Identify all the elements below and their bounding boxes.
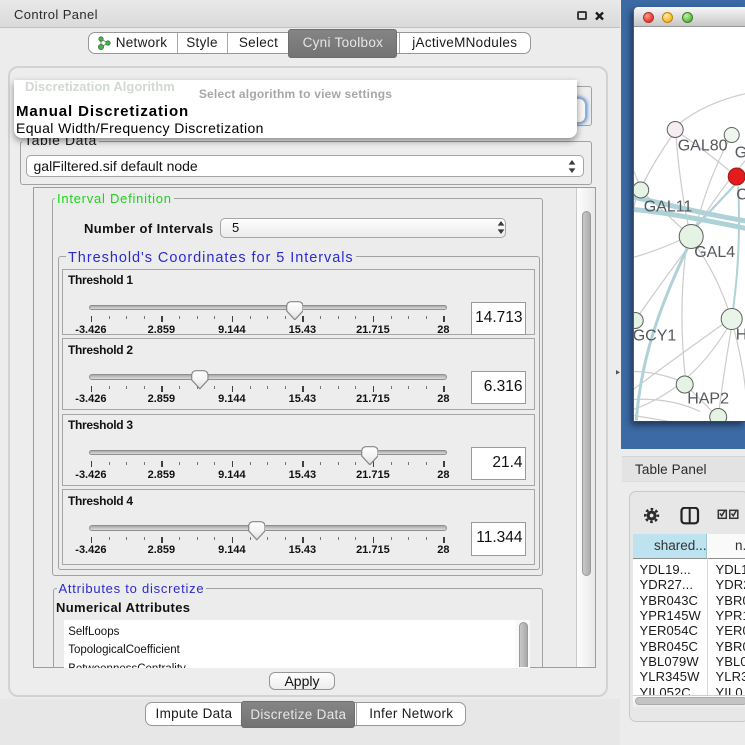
svg-text:HAP2: HAP2 bbox=[687, 391, 729, 408]
svg-text:GAL: GAL bbox=[734, 145, 744, 162]
svg-text:GAL11: GAL11 bbox=[643, 199, 692, 216]
svg-text:GAL80: GAL80 bbox=[677, 138, 727, 155]
svg-text:HI: HI bbox=[735, 327, 744, 344]
svg-text:GCY1: GCY1 bbox=[634, 328, 676, 345]
svg-text:CY: CY bbox=[736, 187, 745, 204]
svg-text:GAL4: GAL4 bbox=[694, 244, 735, 261]
